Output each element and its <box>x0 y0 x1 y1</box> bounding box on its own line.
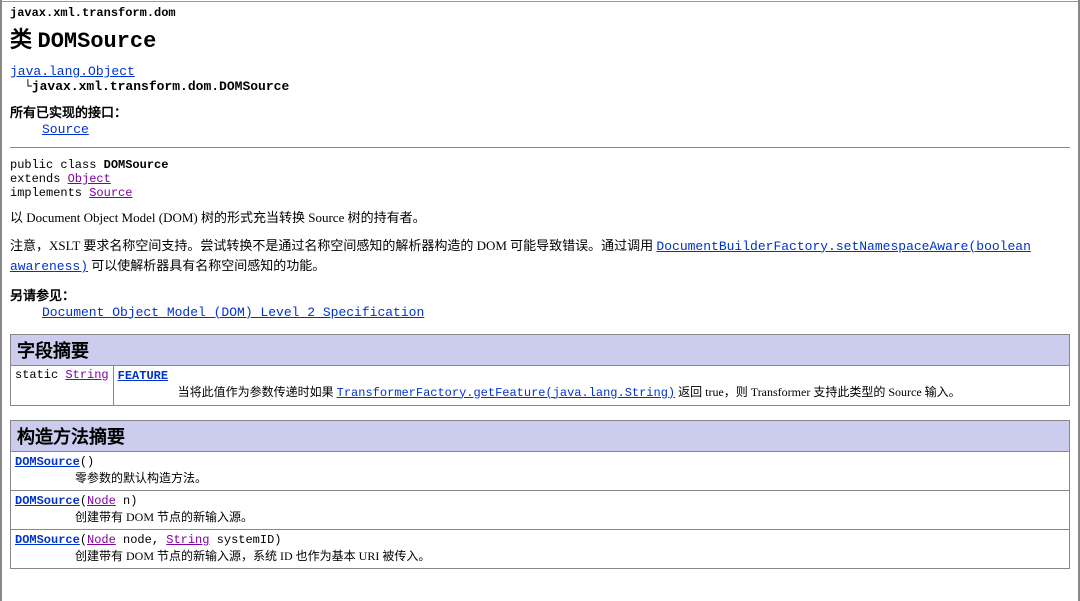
field-name-link[interactable]: FEATURE <box>118 369 168 383</box>
constructor-summary-header: 构造方法摘要 <box>11 420 1070 451</box>
constructor-summary-table: 构造方法摘要 DOMSource()零参数的默认构造方法。DOMSource(N… <box>10 420 1070 570</box>
class-description-2: 注意，XSLT 要求名称空间支持。尝试转换不是通过名称空间感知的解析器构造的 D… <box>10 236 1070 277</box>
class-title: 类 DOMSource <box>10 22 1070 54</box>
implements-link[interactable]: Source <box>89 186 132 200</box>
tree-elbow-icon: └ <box>24 79 32 94</box>
field-summary-table: 字段摘要 static String FEATURE 当将此值作为参数传递时如果… <box>10 334 1070 406</box>
implemented-interface-link[interactable]: Source <box>42 122 89 137</box>
extends-link[interactable]: Object <box>68 172 111 186</box>
document-body: javax.xml.transform.dom 类 DOMSource java… <box>2 1 1078 577</box>
table-row: DOMSource(Node n)创建带有 DOM 节点的新输入源。 <box>11 490 1070 529</box>
field-member-cell: FEATURE 当将此值作为参数传递时如果 TransformerFactory… <box>113 365 1069 405</box>
tree-root-link[interactable]: java.lang.Object <box>10 64 135 79</box>
field-modifiers-cell: static String <box>11 365 114 405</box>
class-prefix: 类 <box>10 27 38 52</box>
table-row: DOMSource(Node node, String systemID)创建带… <box>11 530 1070 569</box>
class-name: DOMSource <box>38 29 157 54</box>
constructor-name-link[interactable]: DOMSource <box>15 533 80 547</box>
field-description: 当将此值作为参数传递时如果 TransformerFactory.getFeat… <box>118 383 1065 403</box>
getfeature-link[interactable]: TransformerFactory.getFeature(java.lang.… <box>337 386 675 400</box>
param-type-link[interactable]: Node <box>87 533 116 547</box>
implemented-interfaces-label: 所有已实现的接口： <box>10 102 1070 121</box>
constructor-cell: DOMSource(Node n)创建带有 DOM 节点的新输入源。 <box>11 490 1070 529</box>
field-summary-header: 字段摘要 <box>11 334 1070 365</box>
constructor-description: 创建带有 DOM 节点的新输入源。 <box>15 508 1065 527</box>
param-type-link[interactable]: String <box>166 533 209 547</box>
table-row: DOMSource()零参数的默认构造方法。 <box>11 451 1070 490</box>
constructor-description: 创建带有 DOM 节点的新输入源，系统 ID 也作为基本 URI 被传入。 <box>15 547 1065 566</box>
constructor-description: 零参数的默认构造方法。 <box>15 469 1065 488</box>
field-type-link[interactable]: String <box>65 368 108 382</box>
see-also-label: 另请参见： <box>10 285 1070 304</box>
see-also-link[interactable]: Document Object Model (DOM) Level 2 Spec… <box>42 305 424 320</box>
constructor-name-link[interactable]: DOMSource <box>15 494 80 508</box>
package-name: javax.xml.transform.dom <box>10 6 1070 20</box>
constructor-cell: DOMSource(Node node, String systemID)创建带… <box>11 530 1070 569</box>
param-type-link[interactable]: Node <box>87 494 116 508</box>
class-description-1: 以 Document Object Model (DOM) 树的形式充当转换 S… <box>10 208 1070 228</box>
constructor-cell: DOMSource()零参数的默认构造方法。 <box>11 451 1070 490</box>
document-frame: javax.xml.transform.dom 类 DOMSource java… <box>0 0 1080 601</box>
table-row: static String FEATURE 当将此值作为参数传递时如果 Tran… <box>11 365 1070 405</box>
inheritance-tree: java.lang.Object └javax.xml.transform.do… <box>10 64 1070 94</box>
class-declaration: public class DOMSource extends Object im… <box>10 158 1070 200</box>
constructor-name-link[interactable]: DOMSource <box>15 455 80 469</box>
divider <box>10 147 1070 148</box>
tree-child: javax.xml.transform.dom.DOMSource <box>32 79 289 94</box>
